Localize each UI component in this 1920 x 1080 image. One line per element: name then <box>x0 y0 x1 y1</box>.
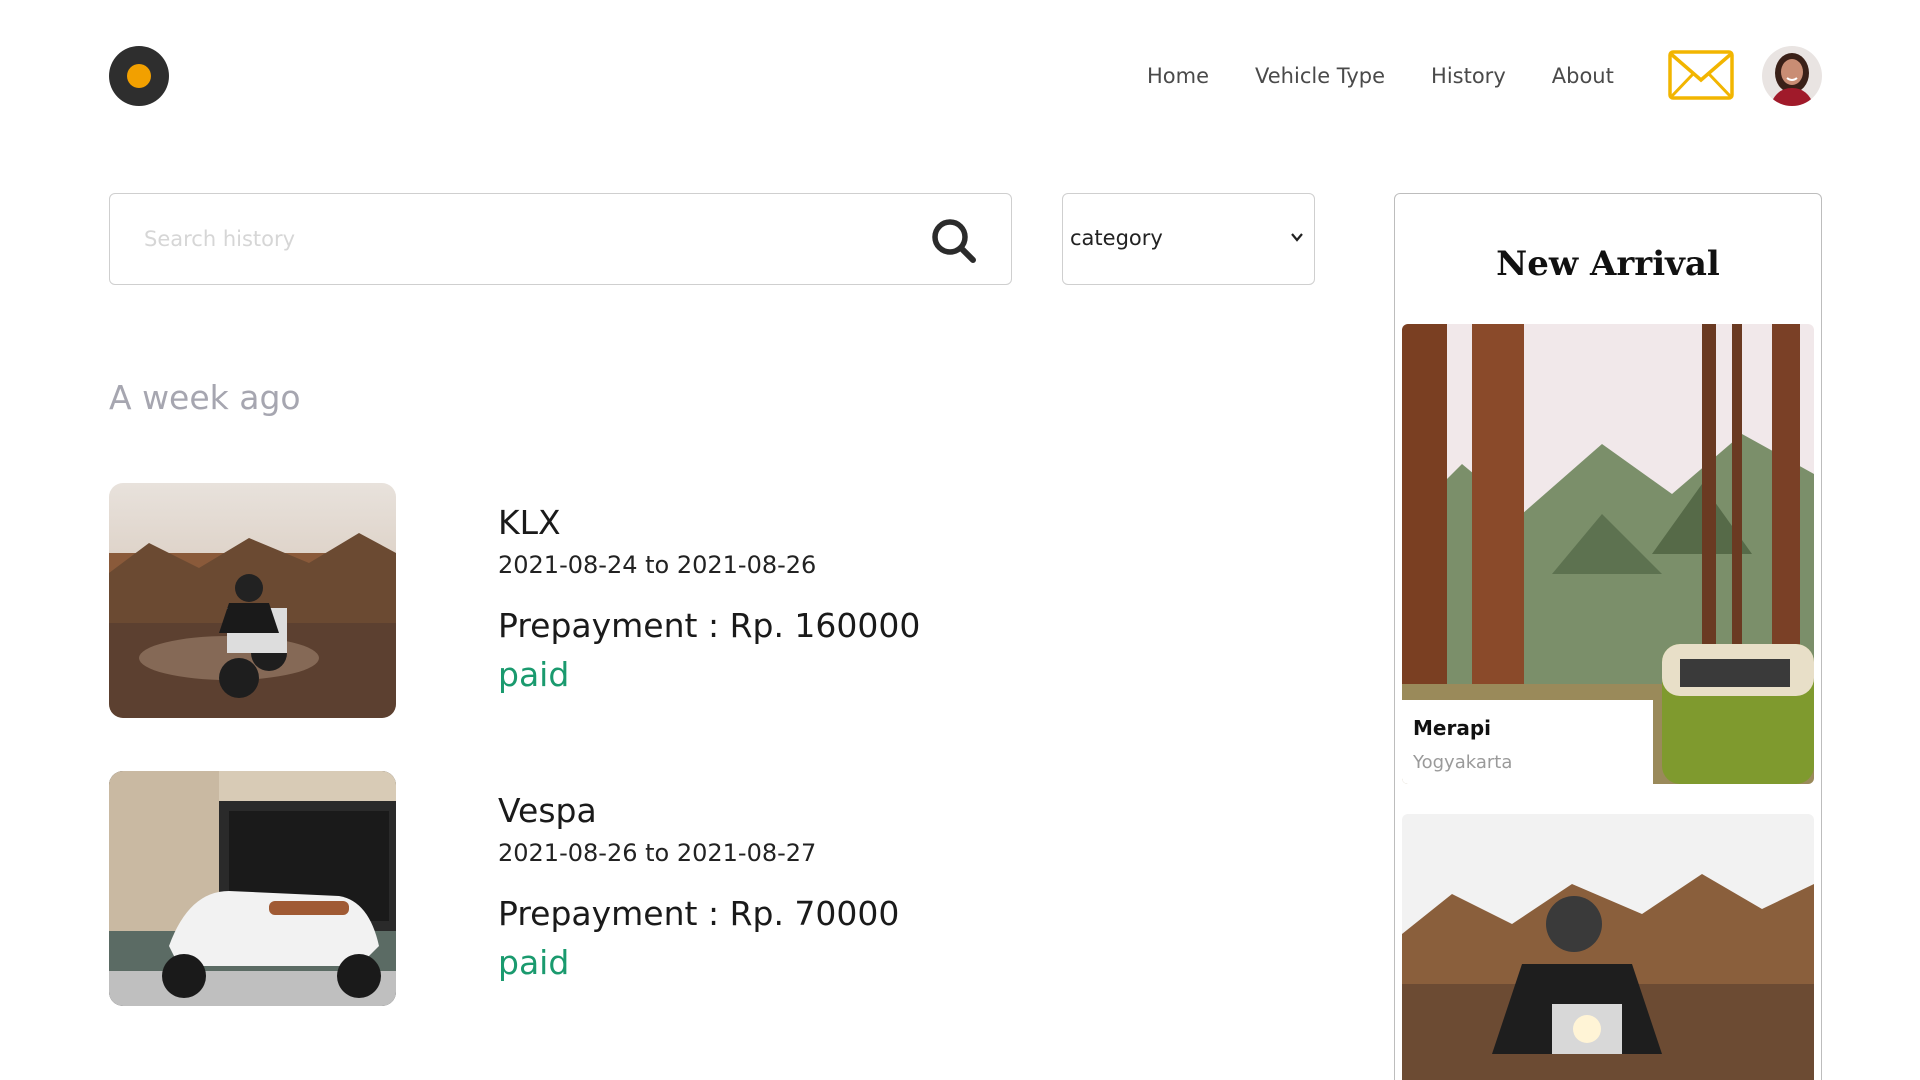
search-input[interactable] <box>144 194 944 284</box>
arrival-location: Yogyakarta <box>1413 752 1513 773</box>
history-item-klx[interactable]: KLX 2021-08-24 to 2021-08-26 Prepayment … <box>109 483 1209 723</box>
history-item-vespa[interactable]: Vespa 2021-08-26 to 2021-08-27 Prepaymen… <box>109 771 1209 1011</box>
history-group-title: A week ago <box>109 378 301 417</box>
payment-status: paid <box>498 655 570 694</box>
nav-about[interactable]: About <box>1552 64 1614 88</box>
category-select[interactable]: category <box>1062 193 1315 285</box>
nav-history[interactable]: History <box>1431 64 1506 88</box>
nav-vehicle-type[interactable]: Vehicle Type <box>1255 64 1385 88</box>
arrival-image-2 <box>1402 814 1814 1080</box>
arrival-caption: Merapi Yogyakarta <box>1402 700 1653 784</box>
avatar-image <box>1762 46 1822 106</box>
arrival-card-2[interactable] <box>1402 814 1814 1080</box>
new-arrival-panel: New Arrival Merapi Yogyakarta <box>1394 193 1822 1080</box>
user-avatar[interactable] <box>1762 46 1822 106</box>
vehicle-image-vespa <box>109 771 396 1006</box>
vehicle-name: Vespa <box>498 791 597 830</box>
prepayment-amount: Prepayment : Rp. 160000 <box>498 606 921 645</box>
payment-status: paid <box>498 943 570 982</box>
vehicle-name: KLX <box>498 503 561 542</box>
new-arrival-title: New Arrival <box>1496 244 1720 284</box>
vehicle-image-klx <box>109 483 396 718</box>
arrival-card-merapi[interactable]: Merapi Yogyakarta <box>1402 324 1814 784</box>
chevron-down-icon <box>1291 233 1303 242</box>
arrival-name: Merapi <box>1413 716 1491 740</box>
logo-dot <box>127 64 151 88</box>
rental-dates: 2021-08-26 to 2021-08-27 <box>498 839 817 867</box>
logo[interactable] <box>109 46 169 106</box>
category-selected-value: category <box>1070 226 1163 250</box>
main-nav: Home Vehicle Type History About <box>1147 64 1614 88</box>
rental-dates: 2021-08-24 to 2021-08-26 <box>498 551 817 579</box>
search-box <box>109 193 1012 285</box>
mail-icon[interactable] <box>1668 50 1734 100</box>
prepayment-amount: Prepayment : Rp. 70000 <box>498 894 900 933</box>
search-icon[interactable] <box>931 218 977 264</box>
nav-home[interactable]: Home <box>1147 64 1209 88</box>
